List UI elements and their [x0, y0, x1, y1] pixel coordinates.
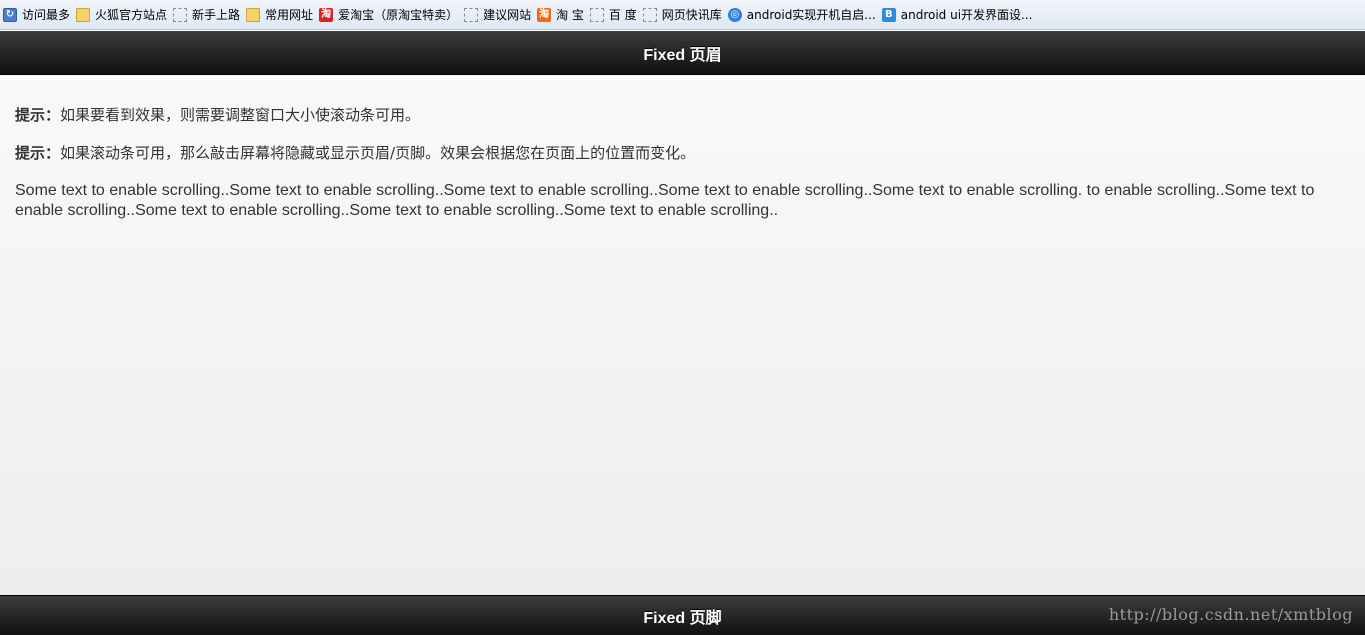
bookmark-web-slice-gallery[interactable]: 网页快讯库 [642, 5, 722, 25]
page-content: 提示：如果要看到效果，则需要调整窗口大小使滚动条可用。 提示：如果滚动条可用，那… [0, 75, 1365, 595]
bookmark-label: 淘 宝 [556, 8, 584, 22]
bookmark-ai-taobao[interactable]: 淘 爱淘宝（原淘宝特卖） [319, 5, 458, 25]
header-title: Fixed 页眉 [643, 46, 722, 64]
blank-page-icon [464, 7, 479, 22]
bookmark-android-autostart[interactable]: ◎ android实现开机自启... [727, 5, 876, 25]
bookmark-label: 百 度 [608, 8, 637, 22]
bookmark-label: 网页快讯库 [661, 8, 722, 22]
history-icon: ↻ [3, 7, 17, 22]
bookmark-taobao[interactable]: 淘 淘 宝 [537, 5, 584, 25]
footer-title: Fixed 页脚 [643, 609, 722, 627]
bookmark-label: 常用网址 [265, 8, 314, 22]
bookmark-label: android实现开机自启... [746, 8, 876, 22]
blog-icon: B [881, 7, 896, 22]
blank-page-icon [589, 7, 604, 22]
bookmark-common-sites[interactable]: 常用网址 [246, 5, 313, 25]
tip-prefix: 提示： [15, 144, 61, 162]
bookmark-baidu[interactable]: 百 度 [589, 5, 637, 25]
folder-icon [246, 7, 261, 22]
bookmark-label: android ui开发界面设... [900, 8, 1033, 22]
fixed-header[interactable]: Fixed 页眉 [0, 31, 1365, 75]
watermark: http://blog.csdn.net/xmtblog [1108, 605, 1353, 624]
bookmark-suggested-sites[interactable]: 建议网站 [464, 5, 531, 25]
tip-prefix: 提示： [15, 106, 61, 124]
bookmark-most-visited[interactable]: ↻ 访问最多 [3, 5, 70, 25]
scroll-text: Some text to enable scrolling..Some text… [15, 182, 1315, 219]
bookmark-android-ui[interactable]: B android ui开发界面设... [881, 5, 1033, 25]
blank-page-icon [642, 7, 657, 22]
tip-paragraph: 提示：如果要看到效果，则需要调整窗口大小使滚动条可用。 [15, 105, 1350, 125]
taobao-icon: 淘 [537, 7, 552, 22]
bookmark-label: 访问最多 [22, 8, 71, 22]
bookmark-firefox-site[interactable]: 火狐官方站点 [76, 5, 167, 25]
tip-paragraph: 提示：如果滚动条可用，那么敲击屏幕将隐藏或显示页眉/页脚。效果会根据您在页面上的… [15, 143, 1350, 163]
taobao-icon: 淘 [319, 7, 334, 22]
globe-icon: ◎ [727, 7, 742, 22]
bookmark-label: 爱淘宝（原淘宝特卖） [338, 8, 459, 22]
bookmark-label: 火狐官方站点 [95, 8, 168, 22]
tip-text: 如果要看到效果，则需要调整窗口大小使滚动条可用。 [60, 106, 421, 124]
bookmark-label: 建议网站 [483, 8, 532, 22]
folder-icon [76, 7, 91, 22]
bookmark-label: 新手上路 [192, 8, 241, 22]
tip-text: 如果滚动条可用，那么敲击屏幕将隐藏或显示页眉/页脚。效果会根据您在页面上的位置而… [60, 144, 696, 162]
bookmarks-toolbar: ↻ 访问最多 火狐官方站点 新手上路 常用网址 淘 爱淘宝（原淘宝特卖） 建议网… [0, 0, 1365, 30]
bookmark-getting-started[interactable]: 新手上路 [173, 5, 240, 25]
blank-page-icon [173, 7, 188, 22]
